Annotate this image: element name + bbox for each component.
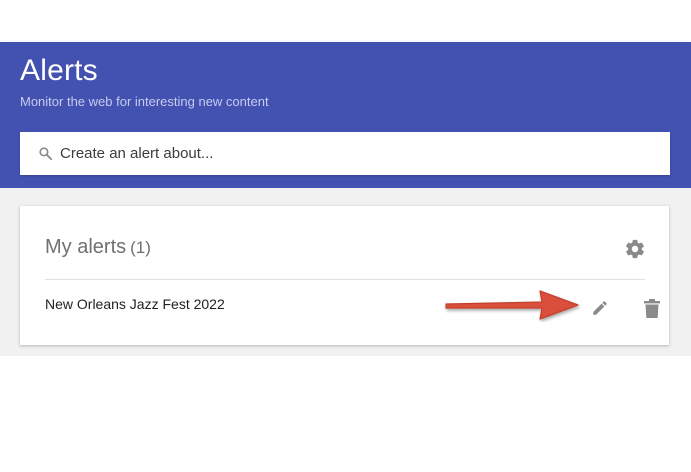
alerts-header: Alerts Monitor the web for interesting n… [0,42,691,188]
my-alerts-card: My alerts (1) New Orleans Jazz Fest 2022 [20,206,669,345]
alert-name[interactable]: New Orleans Jazz Fest 2022 [45,296,225,312]
create-alert-input[interactable] [60,145,650,162]
create-alert-search-box[interactable] [20,132,670,175]
top-whitespace [0,0,691,42]
alert-list-item: New Orleans Jazz Fest 2022 [45,280,660,330]
pencil-icon[interactable] [591,299,609,317]
page-subtitle: Monitor the web for interesting new cont… [20,94,269,109]
gear-icon[interactable] [624,238,646,260]
my-alerts-label: My alerts [45,236,127,258]
red-arrow-annotation [445,290,579,320]
page-title: Alerts [20,54,98,87]
search-icon [39,147,53,161]
content-area: My alerts (1) New Orleans Jazz Fest 2022 [0,188,691,356]
my-alerts-title: My alerts (1) [45,236,151,259]
alert-count: (1) [130,238,151,257]
trash-icon[interactable] [644,299,660,318]
